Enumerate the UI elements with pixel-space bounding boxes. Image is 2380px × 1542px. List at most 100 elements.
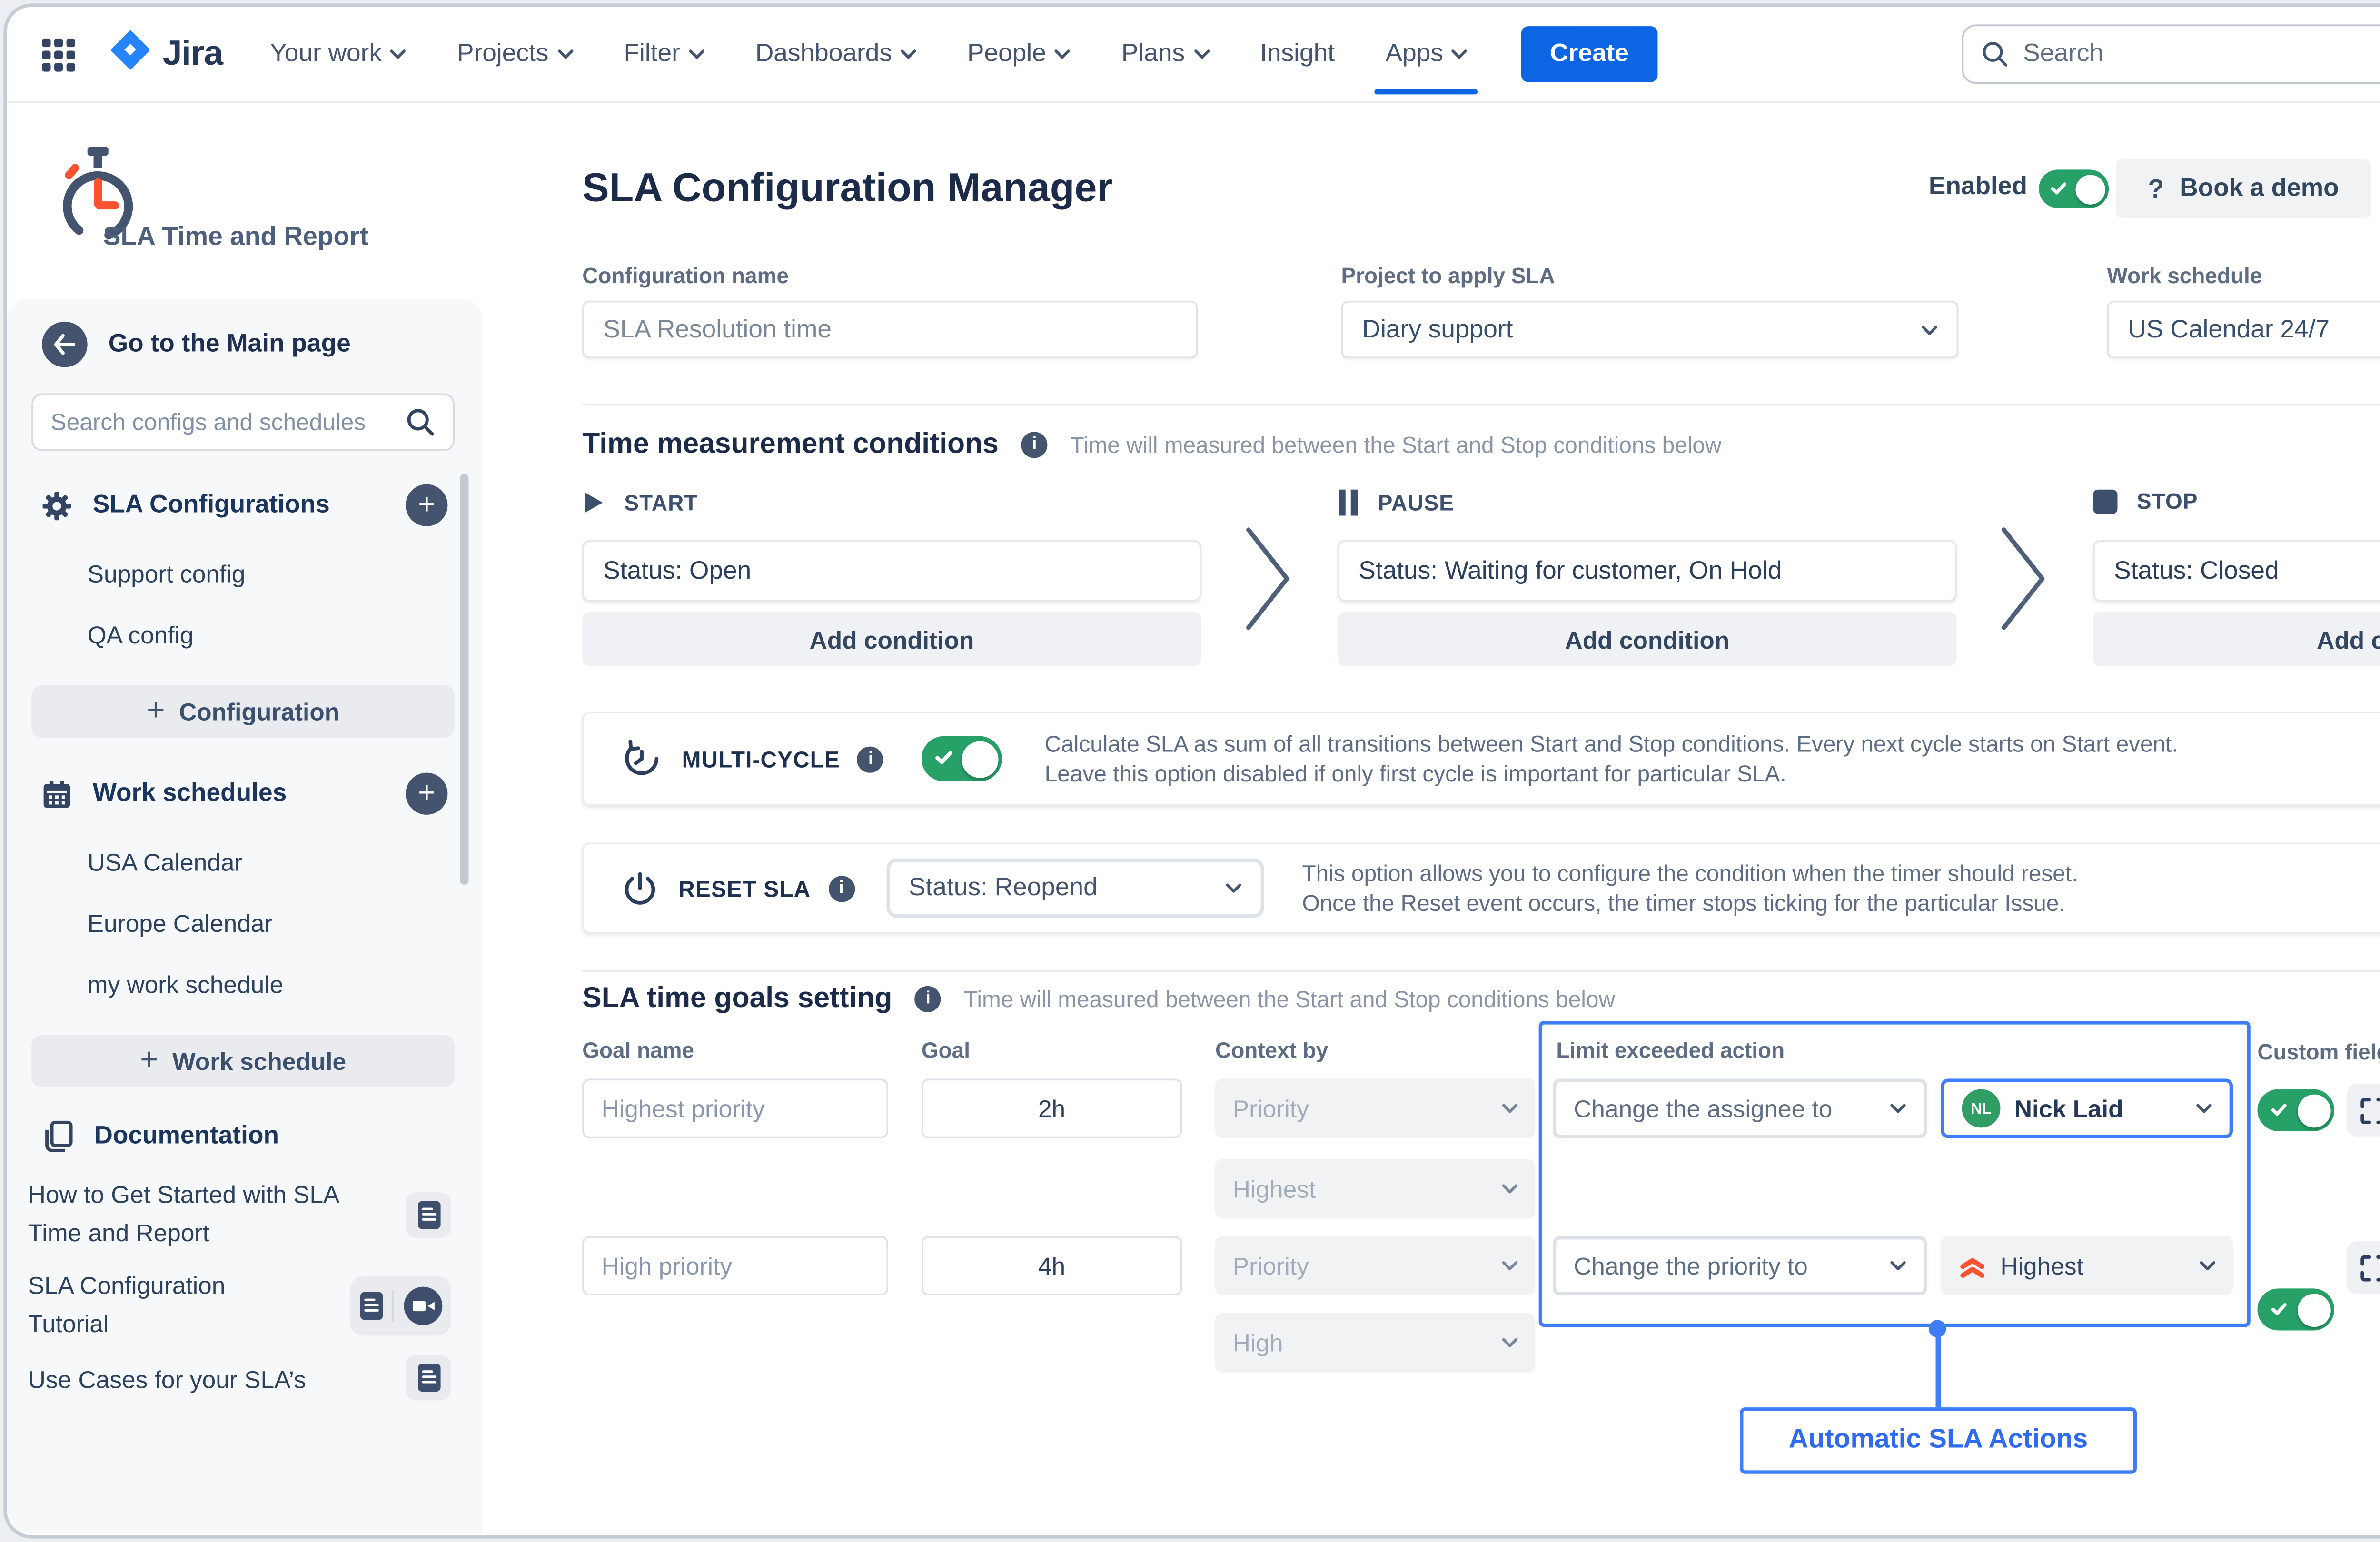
top-navigation: Jira Your work Projects Filter Dashboard… [7,7,2380,103]
priority-highest-icon [1958,1253,1986,1279]
search-input[interactable] [2023,40,2380,68]
nav-menu-dashboards[interactable]: Dashboards [755,40,917,68]
sidebar-search-input[interactable] [51,409,406,435]
context-by-select[interactable]: Priority [1215,1236,1535,1295]
chevron-down-icon [1502,1261,1518,1271]
work-schedule-select[interactable]: US Calendar 24/7 [2107,301,2380,358]
stop-add-condition-button[interactable]: Add condition [2093,612,2380,666]
context-value-select[interactable]: Highest [1215,1159,1535,1219]
priority-value-select[interactable]: Highest [1941,1236,2233,1295]
enabled-toggle[interactable] [2039,169,2109,208]
jira-logo[interactable]: Jira [110,30,223,79]
pause-add-condition-button[interactable]: Add condition [1338,612,1956,666]
divider [582,970,2380,972]
custom-field-toggle[interactable] [2257,1288,2334,1330]
callout-connector-dot [1929,1319,1946,1337]
sidebar-item-qa-config[interactable]: QA config [88,621,194,649]
project-select[interactable]: Diary support [1341,301,1959,358]
sidebar-scrollbar[interactable] [460,474,468,885]
add-work-schedule-button[interactable]: Work schedule [31,1035,455,1087]
create-button[interactable]: Create [1522,26,1656,82]
expand-button[interactable] [2347,1241,2380,1294]
sidebar-item-my-work-schedule[interactable]: my work schedule [88,970,284,998]
configuration-name-label: Configuration name [582,264,789,288]
nav-menu-your-work[interactable]: Your work [270,40,406,68]
chevron-down-icon [390,49,406,59]
info-icon[interactable] [828,875,854,901]
expand-button[interactable] [2347,1084,2380,1137]
chevron-down-icon [1502,1103,1518,1114]
doc-item-get-started-line1[interactable]: How to Get Started with SLA [28,1180,340,1208]
assignee-select[interactable]: NL Nick Laid [1941,1079,2233,1138]
go-to-main-page-link[interactable]: Go to the Main page [42,320,351,369]
expand-icon [2360,1255,2380,1281]
multi-cycle-toggle[interactable] [922,736,1003,782]
custom-field-header: Custom field [2257,1038,2380,1065]
context-by-select[interactable]: Priority [1215,1079,1535,1138]
goal-value-input[interactable]: 4h [922,1236,1182,1295]
video-icon[interactable] [403,1287,442,1325]
start-condition-input[interactable]: Status: Open [582,540,1201,602]
chevron-down-icon [1890,1261,1906,1271]
nav-menus: Your work Projects Filter Dashboards Peo… [270,40,1468,68]
info-icon[interactable] [1021,432,1048,458]
multi-cycle-description: Calculate SLA as sum of all transitions … [1045,729,2178,789]
stop-condition-input[interactable]: Status: Closed [2093,540,2380,602]
add-configuration-button[interactable]: Configuration [31,685,455,738]
chevron-down-icon [2200,1261,2215,1271]
jira-logo-icon [110,30,150,79]
limit-action-select[interactable]: Change the priority to [1553,1236,1927,1295]
nav-menu-people[interactable]: People [967,40,1071,68]
limit-action-select[interactable]: Change the assignee to [1553,1079,1927,1138]
start-column-header: START [582,490,698,516]
document-icon[interactable] [359,1292,382,1320]
goal-value-input[interactable]: 2h [922,1079,1182,1138]
app-switcher-icon[interactable] [42,38,75,71]
doc-item-use-cases[interactable]: Use Cases for your SLA’s [28,1365,306,1394]
goal-name-input[interactable]: Highest priority [582,1079,888,1138]
chevron-down-icon [2196,1103,2212,1114]
doc-article-button[interactable] [406,1355,451,1401]
sidebar-item-europe-calendar[interactable]: Europe Calendar [88,909,273,937]
nav-menu-plans[interactable]: Plans [1121,40,1210,68]
context-by-header: Context by [1215,1038,1328,1063]
doc-item-get-started-line2[interactable]: Time and Report [28,1218,209,1246]
pause-condition-input[interactable]: Status: Waiting for customer, On Hold [1338,540,1956,602]
doc-article-button[interactable] [406,1192,451,1238]
nav-menu-filter[interactable]: Filter [624,40,704,68]
sidebar-item-usa-calendar[interactable]: USA Calendar [88,848,243,876]
sidebar-search[interactable] [31,394,455,451]
reset-sla-card: RESET SLA Status: Reopend This option al… [582,843,2380,934]
context-value-select[interactable]: High [1215,1313,1535,1373]
custom-field-toggle[interactable] [2257,1089,2334,1131]
global-search[interactable] [1962,24,2380,84]
chevron-down-icon [901,49,916,59]
avatar: NL [1962,1089,2001,1128]
app-window: Jira Your work Projects Filter Dashboard… [3,3,2380,1538]
nav-menu-projects[interactable]: Projects [457,40,573,68]
question-icon [2148,174,2164,204]
back-arrow-icon [42,322,88,367]
goal-name-input[interactable]: High priority [582,1236,888,1295]
add-work-schedule-icon-button[interactable] [406,773,447,815]
info-icon[interactable] [915,986,941,1012]
add-configuration-icon-button[interactable] [406,484,447,526]
multi-cycle-icon [623,740,661,778]
doc-item-tutorial-line2[interactable]: Tutorial [28,1309,109,1337]
callout-connector-line [1935,1327,1940,1407]
app-title: SLA Time and Report [103,222,368,252]
doc-item-tutorial-line1[interactable]: SLA Configuration [28,1271,226,1299]
book-demo-button[interactable]: Book a demo [2116,159,2371,218]
expand-icon [2360,1097,2380,1123]
configuration-name-input[interactable]: SLA Resolution time [582,301,1198,358]
divider [392,1290,394,1322]
nav-menu-apps[interactable]: Apps [1386,40,1468,68]
chevron-down-icon [1502,1184,1518,1194]
sidebar-item-support-config[interactable]: Support config [88,560,246,588]
info-icon[interactable] [858,746,884,772]
start-add-condition-button[interactable]: Add condition [582,612,1201,666]
goals-table: Goal name Goal Context by Limit exceeded… [582,1021,2380,1479]
documentation-icon [42,1121,73,1152]
nav-menu-insight[interactable]: Insight [1260,40,1335,68]
reset-sla-select[interactable]: Status: Reopend [886,859,1263,918]
